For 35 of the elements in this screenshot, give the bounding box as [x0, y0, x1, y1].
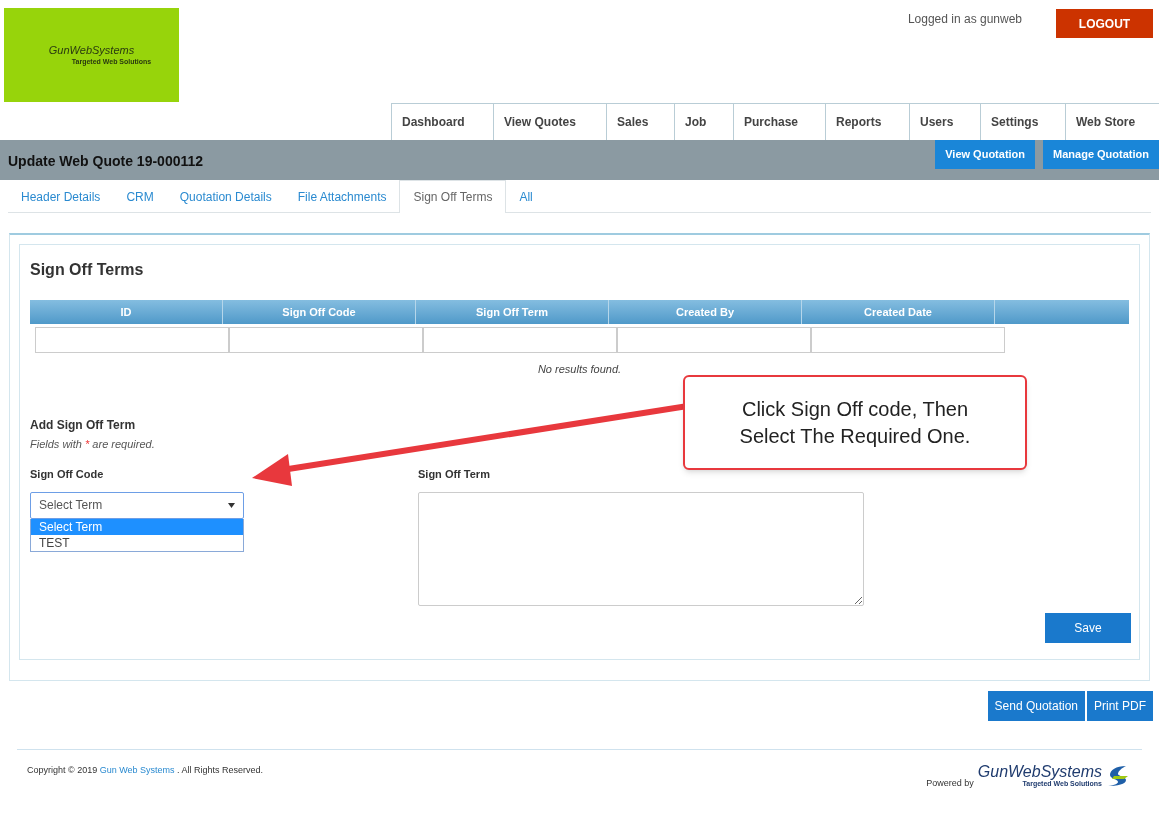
required-note: Fields with * are required. — [30, 436, 155, 452]
page-title: Update Web Quote 19-000112 — [8, 152, 204, 171]
field-label: Sign Off Code — [30, 467, 104, 482]
table-header: Created Date — [802, 300, 995, 324]
field-label: Sign Off Term — [418, 467, 490, 482]
title-bar-button[interactable]: View Quotation — [935, 140, 1036, 169]
save-button[interactable]: Save — [1045, 613, 1131, 643]
table-header: Sign Off Code — [223, 300, 416, 324]
panel-title: Sign Off Terms — [30, 260, 145, 280]
dropdown-caret-icon — [228, 502, 235, 508]
sign-off-code-select[interactable]: Select Term — [30, 491, 244, 519]
empty-message: No results found. — [536, 362, 623, 377]
sign-off-term-textarea[interactable] — [418, 491, 864, 606]
section-tab[interactable]: All — [506, 180, 546, 213]
section-tab[interactable]: Header Details — [8, 180, 114, 213]
table-header: Sign Off Term — [416, 300, 609, 324]
logout-button[interactable]: LOGOUT — [1056, 9, 1153, 38]
dropdown-option[interactable]: TEST — [31, 534, 243, 551]
section-tab[interactable]: File Attachments — [284, 180, 400, 213]
callout: Click Sign Off code, Then Select The Required One. — [683, 375, 1027, 470]
powered-by-text: Powered by — [926, 777, 974, 790]
section-tab[interactable]: Quotation Details — [166, 180, 285, 213]
table-header: ID — [30, 300, 223, 324]
table-header: Created By — [609, 300, 802, 324]
copyright-text: Copyright © 2019 Gun Web Systems . All Rights Reserved. — [27, 764, 264, 777]
action-button[interactable]: Send Quotation — [987, 691, 1085, 721]
form-title: Add Sign Off Term — [30, 416, 136, 434]
title-bar-button[interactable]: Manage Quotation — [1043, 140, 1159, 169]
action-button[interactable]: Print PDF — [1087, 691, 1153, 721]
logged-in-text: Logged in as gunweb — [907, 11, 1022, 26]
section-tab[interactable]: CRM — [113, 180, 167, 213]
logo-name: GunWebSystems — [48, 45, 135, 56]
company-link[interactable]: Gun Web Systems — [99, 765, 175, 775]
brand-name: GunWebSystems — [977, 764, 1102, 780]
section-tab[interactable]: Sign Off Terms — [399, 180, 507, 213]
